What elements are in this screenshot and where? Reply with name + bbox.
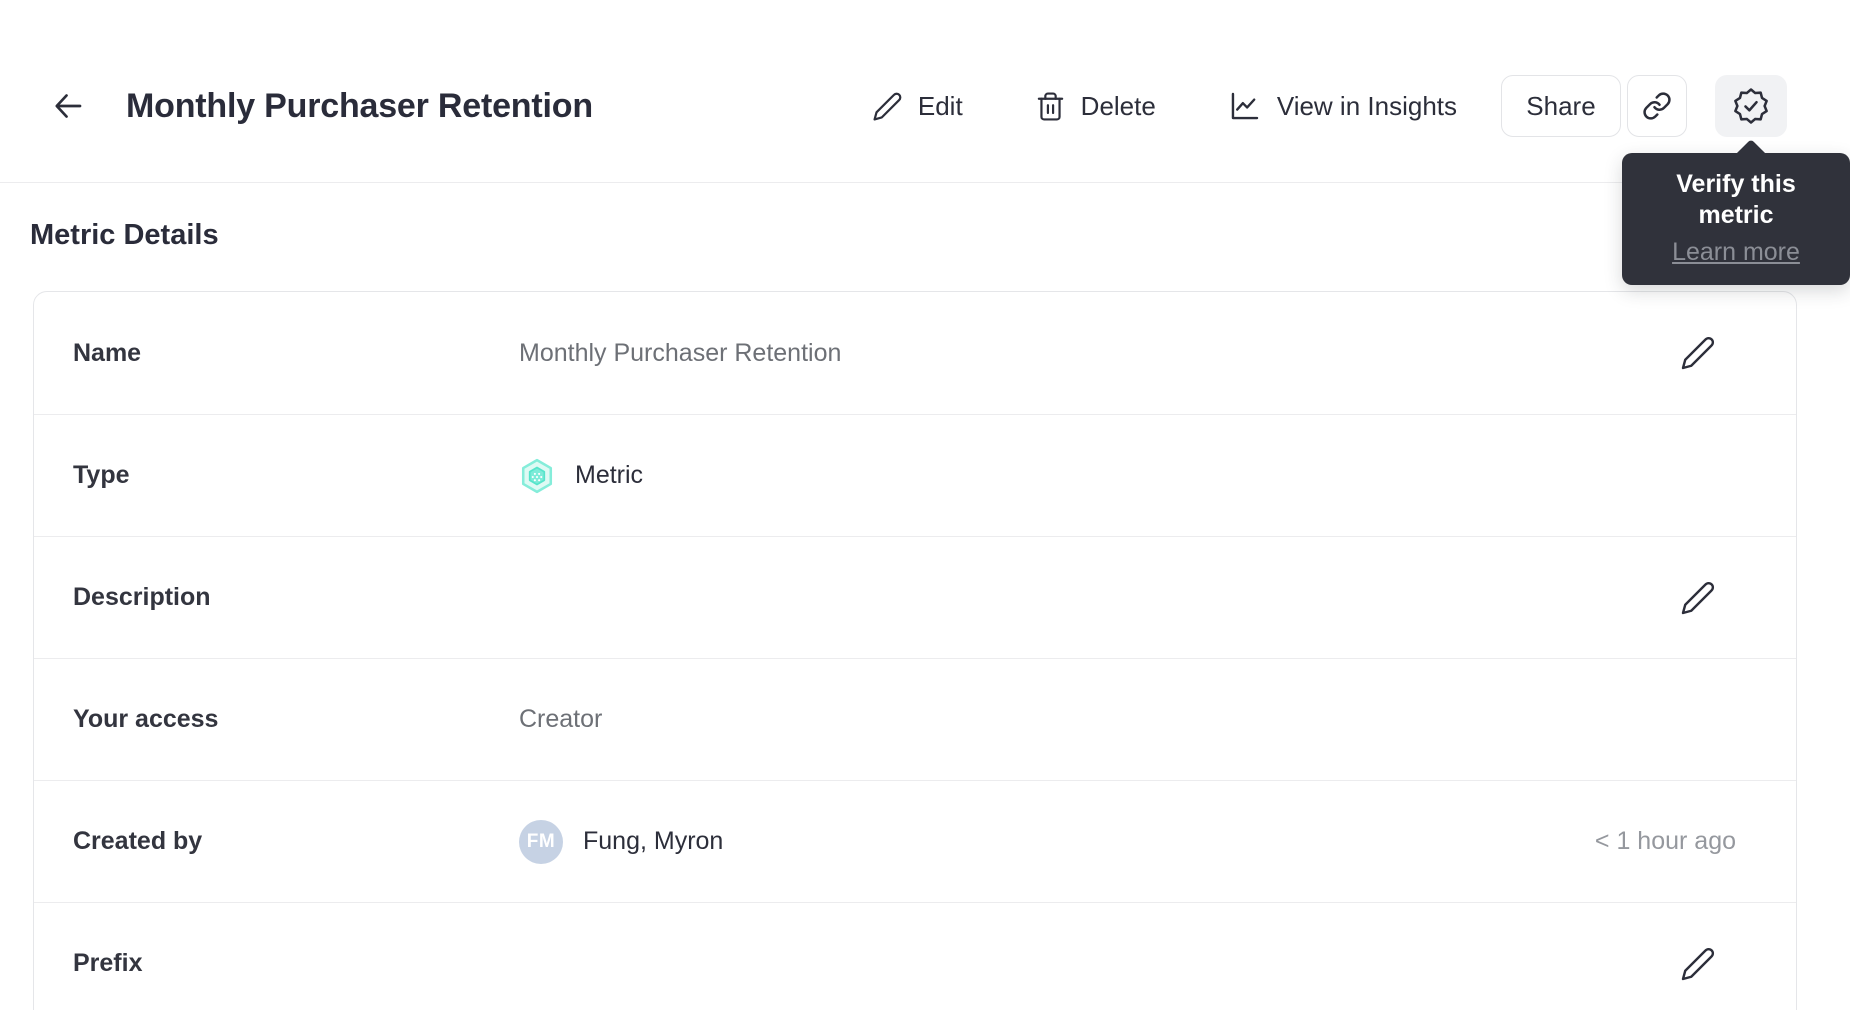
tooltip-arrow — [1734, 139, 1768, 173]
page-header: Monthly Purchaser Retention Edit Delete … — [0, 0, 1850, 285]
row-prefix: Prefix — [34, 902, 1796, 1010]
row-prefix-label: Prefix — [73, 949, 143, 977]
pencil-icon — [1681, 336, 1715, 370]
row-name-value: Monthly Purchaser Retention — [519, 338, 842, 367]
row-name-label: Name — [73, 338, 142, 367]
row-your-access: Your access Creator — [34, 658, 1796, 780]
metric-details-card: Name Monthly Purchaser Retention Type Me… — [33, 291, 1797, 1010]
insights-chart-icon — [1231, 92, 1259, 120]
verify-tooltip: Verify this metric Learn more — [1622, 139, 1850, 285]
creator-avatar: FM — [519, 819, 563, 864]
view-in-insights-label: View in Insights — [1276, 90, 1457, 121]
row-name: Name Monthly Purchaser Retention — [34, 292, 1796, 414]
edit-prefix-button[interactable] — [1676, 942, 1720, 986]
view-in-insights-button[interactable]: View in Insights — [1228, 89, 1457, 123]
copy-link-button[interactable] — [1627, 75, 1687, 137]
row-your-access-label: Your access — [73, 705, 219, 733]
row-type: Type Metric — [34, 414, 1796, 536]
main-content: Metric Details Name Monthly Purchaser Re… — [0, 219, 1850, 1010]
row-created-by-label: Created by — [73, 827, 203, 855]
back-button[interactable] — [46, 84, 90, 128]
row-description-label: Description — [73, 583, 211, 611]
share-label: Share — [1526, 90, 1596, 121]
pencil-icon — [1681, 947, 1715, 980]
edit-label: Edit — [917, 90, 963, 121]
row-created-by-value: Fung, Myron — [583, 827, 724, 855]
pencil-icon — [873, 92, 902, 121]
tooltip-title: Verify this metric — [1676, 170, 1796, 230]
share-button[interactable]: Share — [1501, 75, 1621, 137]
row-created-by: Created by FM Fung, Myron < 1 hour ago — [34, 780, 1796, 902]
delete-label: Delete — [1080, 90, 1156, 121]
row-type-value: Metric — [575, 461, 644, 489]
verify-metric-button[interactable] — [1715, 75, 1787, 137]
learn-more-link[interactable]: Learn more — [1672, 238, 1800, 267]
edit-description-button[interactable] — [1676, 576, 1720, 620]
row-type-label: Type — [73, 461, 130, 489]
link-icon — [1643, 92, 1671, 120]
row-your-access-value: Creator — [519, 705, 603, 733]
verify-badge-icon — [1734, 88, 1768, 124]
back-arrow-icon — [55, 94, 82, 118]
edit-name-button[interactable] — [1676, 331, 1720, 375]
pencil-icon — [1681, 581, 1715, 614]
row-description: Description — [34, 536, 1796, 658]
header-actions: Edit Delete View in Insights Share — [872, 75, 1787, 137]
section-title: Metric Details — [30, 219, 219, 251]
page-title: Monthly Purchaser Retention — [126, 86, 593, 125]
delete-button[interactable]: Delete — [1035, 91, 1156, 122]
created-timestamp: < 1 hour ago — [1594, 827, 1736, 855]
trash-icon — [1037, 91, 1063, 121]
metric-hexagon-icon — [521, 458, 553, 493]
edit-button[interactable]: Edit — [872, 91, 963, 122]
